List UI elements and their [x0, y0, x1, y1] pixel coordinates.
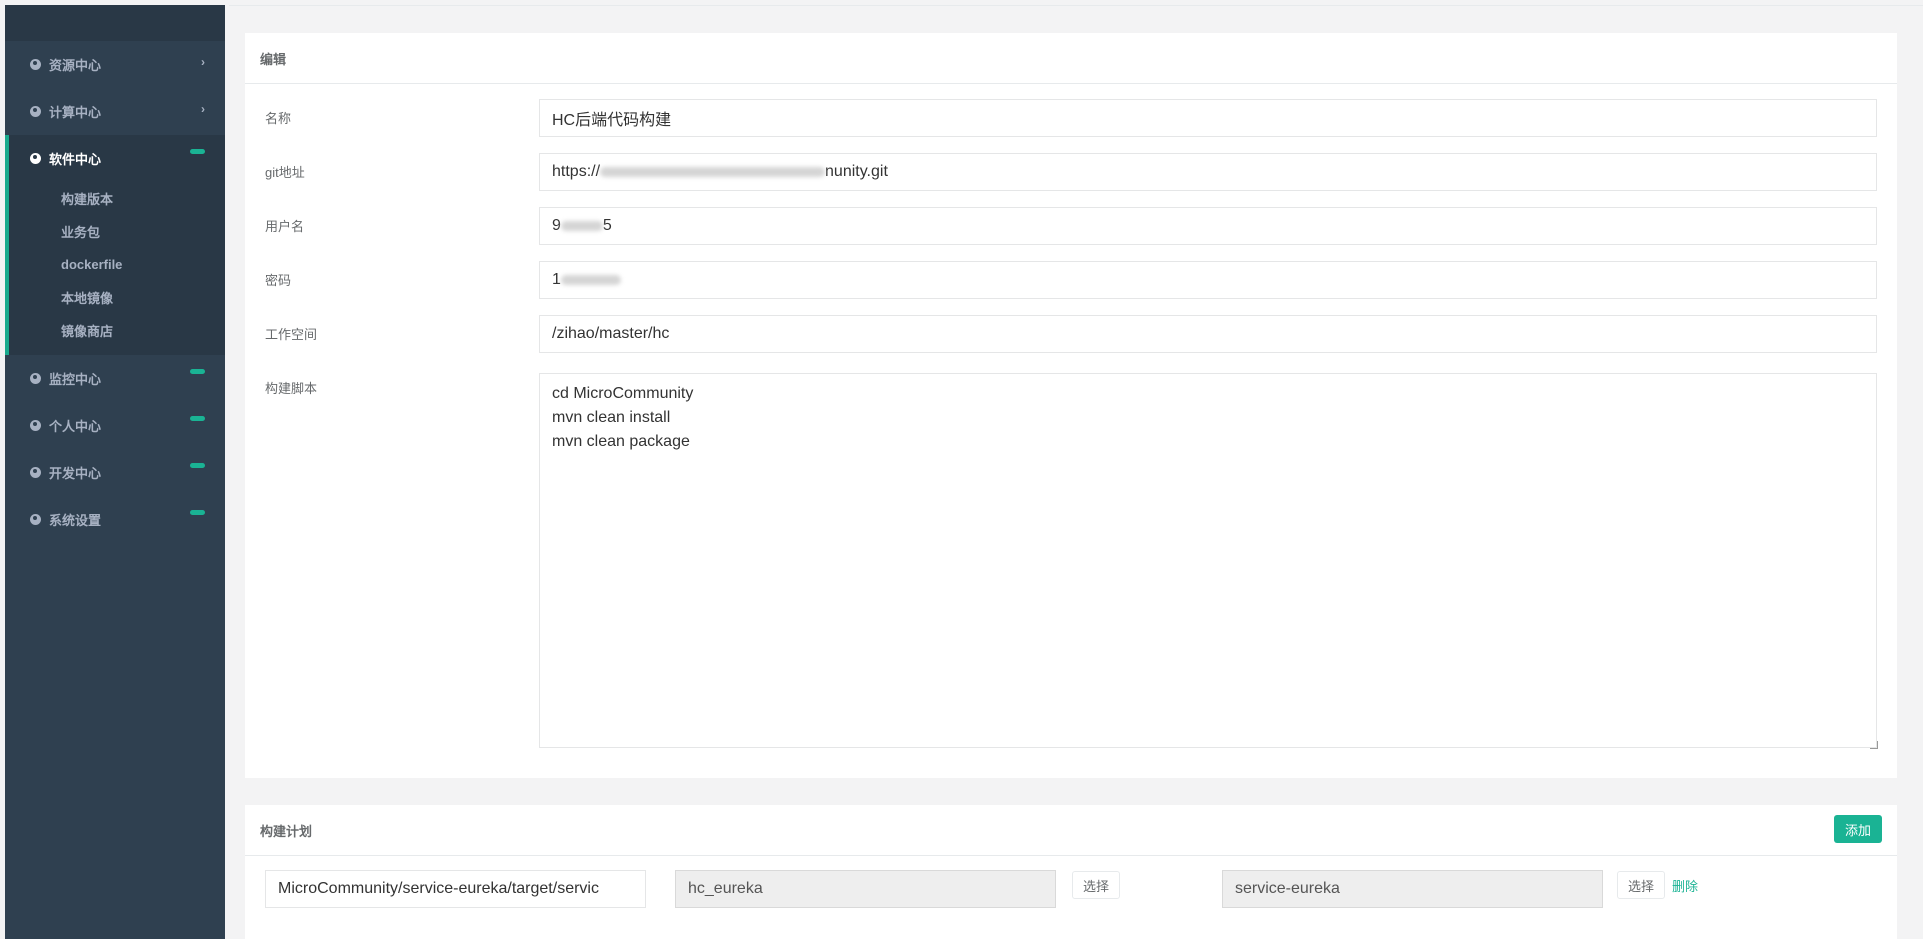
globe-icon [30, 59, 41, 70]
workspace-input[interactable]: /zihao/master/hc [539, 315, 1877, 353]
chevron-right-icon: › [201, 102, 205, 116]
sidebar-group-software-center: 软件中心 构建版本 业务包 dockerfile 本地镜像 镜像商店 [5, 135, 225, 355]
globe-icon [30, 514, 41, 525]
sidebar-item-label: 资源中心 [49, 58, 102, 73]
select-package-button[interactable]: 选择 [1072, 871, 1120, 899]
redaction-blur [560, 275, 621, 285]
name-input[interactable]: HC后端代码构建 [539, 99, 1877, 137]
sidebar-item-label: 计算中心 [49, 105, 102, 120]
globe-icon [30, 373, 41, 384]
name-label: 名称 [265, 111, 292, 126]
sidebar-subitem-build-version[interactable]: 构建版本 [9, 182, 225, 215]
package-value: hc_eureka [688, 880, 763, 897]
select-service-button[interactable]: 选择 [1617, 871, 1665, 899]
sidebar: 资源中心 › 计算中心 › 软件中心 构建版本 业务包 dockerfile 本… [5, 5, 225, 939]
git-address-label: git地址 [265, 165, 305, 180]
sidebar-header [5, 5, 225, 41]
sidebar-item-label: 个人中心 [49, 419, 102, 434]
build-script-textarea[interactable]: cd MicroCommunity mvn clean install mvn … [539, 373, 1877, 748]
globe-icon [30, 420, 41, 431]
redaction-blur [560, 221, 603, 231]
sidebar-subitem-local-image[interactable]: 本地镜像 [9, 281, 225, 314]
build-path-value: MicroCommunity/service-eureka/target/ser… [278, 880, 599, 897]
git-address-input[interactable]: https:// nunity.git [539, 153, 1877, 191]
build-plan-title: 构建计划 [245, 805, 1897, 856]
sidebar-subitem-business-package[interactable]: 业务包 [9, 215, 225, 248]
edit-panel: 编辑 名称 HC后端代码构建 git地址 https:// nunity.git… [245, 33, 1897, 778]
service-input: service-eureka [1222, 870, 1603, 908]
delete-link[interactable]: 删除 [1672, 876, 1698, 895]
top-divider [229, 5, 1923, 6]
globe-icon [30, 467, 41, 478]
username-label: 用户名 [265, 219, 305, 234]
password-prefix: 1 [552, 271, 561, 288]
build-plan-panel: 构建计划 添加 MicroCommunity/service-eureka/ta… [245, 805, 1897, 939]
password-input[interactable]: 1 [539, 261, 1877, 299]
sidebar-item-label: 监控中心 [49, 372, 102, 387]
status-badge [190, 510, 205, 515]
chevron-right-icon: › [201, 55, 205, 69]
sidebar-item-system-settings[interactable]: 系统设置 [5, 496, 225, 543]
redaction-blur [600, 167, 826, 177]
globe-icon [30, 106, 41, 117]
sidebar-item-label: 软件中心 [49, 152, 102, 167]
password-label: 密码 [265, 273, 292, 288]
name-value: HC后端代码构建 [552, 112, 672, 129]
git-address-suffix: nunity.git [825, 163, 888, 180]
workspace-value: /zihao/master/hc [552, 325, 670, 342]
sidebar-item-monitor-center[interactable]: 监控中心 [5, 355, 225, 402]
sidebar-item-label: 系统设置 [49, 513, 102, 528]
workspace-label: 工作空间 [265, 327, 318, 342]
globe-icon [30, 153, 41, 164]
build-path-input[interactable]: MicroCommunity/service-eureka/target/ser… [265, 870, 646, 908]
build-script-label: 构建脚本 [265, 381, 318, 396]
sidebar-item-personal-center[interactable]: 个人中心 [5, 402, 225, 449]
status-badge [190, 463, 205, 468]
sidebar-item-dev-center[interactable]: 开发中心 [5, 449, 225, 496]
status-badge [190, 416, 205, 421]
add-button[interactable]: 添加 [1834, 815, 1882, 843]
resize-handle-icon[interactable] [1870, 741, 1878, 749]
git-address-prefix: https:// [552, 163, 601, 180]
sidebar-item-resource-center[interactable]: 资源中心 › [5, 41, 225, 88]
status-badge [190, 149, 205, 154]
edit-panel-title: 编辑 [245, 33, 1897, 84]
sidebar-item-software-center[interactable]: 软件中心 [9, 135, 225, 182]
username-prefix: 9 [552, 217, 561, 234]
package-input: hc_eureka [675, 870, 1056, 908]
sidebar-subitem-image-store[interactable]: 镜像商店 [9, 314, 225, 347]
service-value: service-eureka [1235, 880, 1340, 897]
username-input[interactable]: 9 5 [539, 207, 1877, 245]
status-badge [190, 369, 205, 374]
sidebar-item-label: 开发中心 [49, 466, 102, 481]
sidebar-subitem-dockerfile[interactable]: dockerfile [9, 248, 225, 281]
username-suffix: 5 [602, 217, 612, 234]
sidebar-item-compute-center[interactable]: 计算中心 › [5, 88, 225, 135]
